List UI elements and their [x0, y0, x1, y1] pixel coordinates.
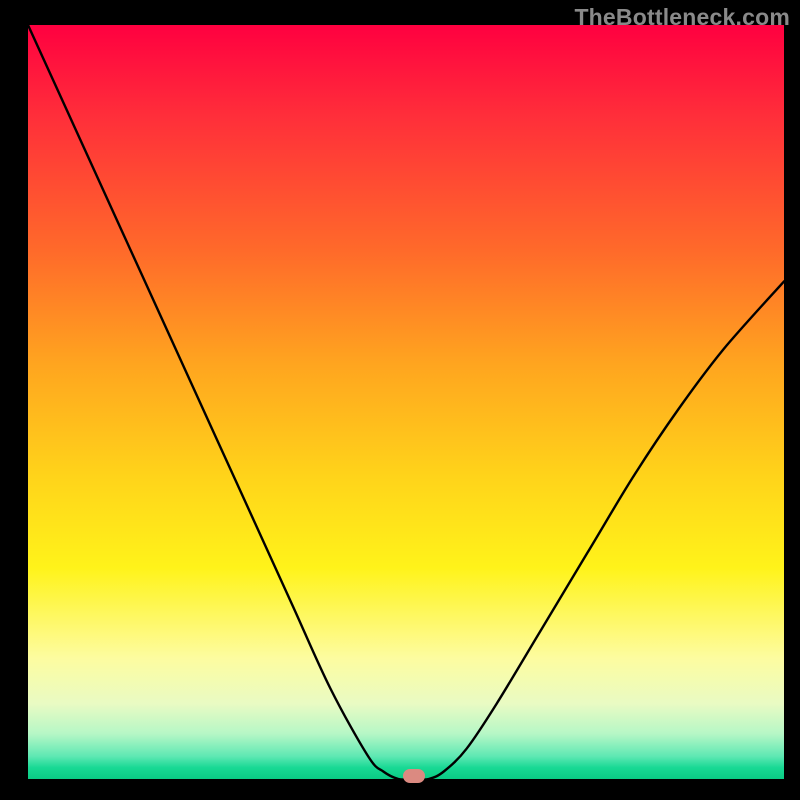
bottleneck-curve — [28, 25, 784, 779]
plot-area — [28, 25, 784, 779]
optimal-point-marker — [403, 769, 425, 783]
curve-path — [28, 25, 784, 779]
watermark-text: TheBottleneck.com — [574, 4, 790, 31]
chart-stage: TheBottleneck.com — [0, 0, 800, 800]
